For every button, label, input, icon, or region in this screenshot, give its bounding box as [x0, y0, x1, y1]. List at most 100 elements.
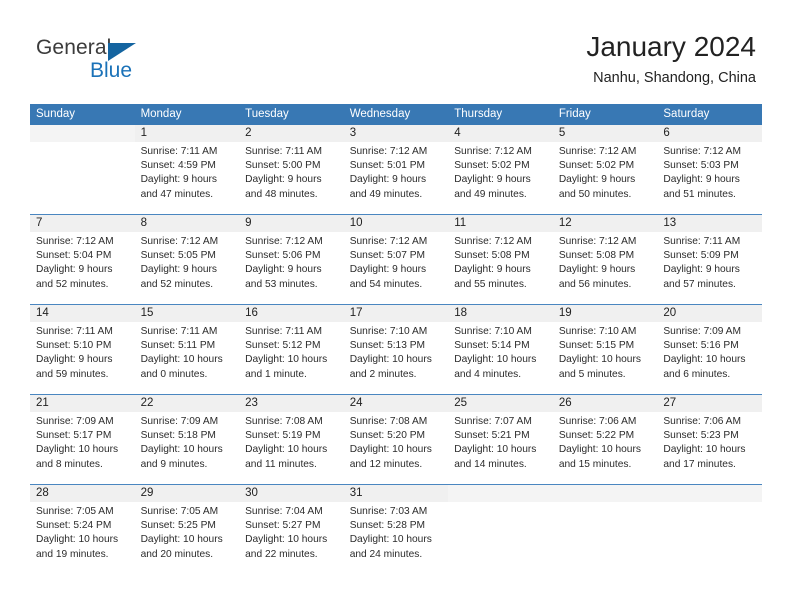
day-sun-info: Sunrise: 7:12 AM Sunset: 5:03 PM Daylight:…	[657, 142, 762, 202]
calendar-day-cell[interactable]: 12 Sunrise: 7:12 AM Sunset: 5:08 PM Dayligh…	[552, 215, 658, 304]
calendar-day-cell[interactable]: 23 Sunrise: 7:08 AM Sunset: 5:19 PM Dayligh…	[239, 395, 344, 484]
daylight-text-line1: Daylight: 9 hours	[663, 264, 740, 276]
logo-text-blue: Blue	[90, 59, 133, 82]
day-of-week-header-tuesday: Tuesday	[245, 108, 289, 120]
day-number: 5	[558, 127, 566, 139]
calendar-day-cell[interactable]: 27 Sunrise: 7:06 AM Sunset: 5:23 PM Dayligh…	[657, 395, 762, 484]
sunrise-text: Sunrise: 7:12 AM	[36, 236, 114, 247]
sunrise-text: Sunrise: 7:10 AM	[454, 326, 532, 337]
day-sun-info: Sunrise: 7:06 AM Sunset: 5:23 PM Daylight:…	[657, 412, 762, 472]
day-number-band: 13	[657, 215, 762, 232]
daylight-text-line2: and 53 minutes.	[245, 278, 318, 290]
calendar-day-cell[interactable]: 24 Sunrise: 7:08 AM Sunset: 5:20 PM Dayligh…	[343, 395, 449, 484]
calendar-day-cell[interactable]: 8 Sunrise: 7:12 AM Sunset: 5:05 PM Daylight…	[134, 215, 240, 304]
sunrise-text: Sunrise: 7:03 AM	[349, 506, 428, 517]
calendar-day-cell[interactable]: 20 Sunrise: 7:09 AM Sunset: 5:16 PM Dayligh…	[657, 305, 762, 394]
sunset-text: Sunset: 5:08 PM	[454, 250, 530, 262]
day-sun-info: Sunrise: 7:12 AM Sunset: 5:01 PM Daylight:…	[344, 142, 449, 202]
day-number: 16	[245, 307, 258, 319]
day-number-band: 18	[448, 305, 553, 322]
sunrise-text: Sunrise: 7:09 AM	[663, 326, 741, 337]
day-sun-info: Sunrise: 7:12 AM Sunset: 5:02 PM Daylight:…	[553, 142, 658, 202]
daylight-text-line2: and 17 minutes.	[663, 458, 736, 470]
sunrise-text: Sunrise: 7:11 AM	[140, 326, 218, 337]
day-number: 18	[454, 307, 468, 319]
daylight-text-line2: and 20 minutes.	[140, 548, 214, 560]
daylight-text-line1: Daylight: 9 hours	[454, 264, 531, 276]
calendar-day-cell[interactable]: 21 Sunrise: 7:09 AM Sunset: 5:17 PM Dayligh…	[30, 395, 135, 484]
day-number-band: 31	[343, 485, 449, 502]
day-number-band: 28	[30, 485, 135, 502]
day-number: 13	[663, 217, 677, 229]
calendar-day-cell[interactable]: 4 Sunrise: 7:12 AM Sunset: 5:02 PM Daylight…	[448, 125, 553, 214]
calendar-day-cell-empty	[552, 485, 658, 574]
calendar-day-cell[interactable]: 11 Sunrise: 7:12 AM Sunset: 5:08 PM Dayligh…	[448, 215, 553, 304]
calendar-day-cell[interactable]: 5 Sunrise: 7:12 AM Sunset: 5:02 PM Daylight…	[552, 125, 658, 214]
sunset-text: Sunset: 5:10 PM	[36, 340, 112, 352]
daylight-text-line1: Daylight: 10 hours	[349, 354, 432, 366]
day-sun-info: Sunrise: 7:05 AM Sunset: 5:25 PM Daylight:…	[135, 502, 240, 562]
daylight-text-line2: and 4 minutes.	[454, 368, 522, 380]
calendar-day-cell[interactable]: 16 Sunrise: 7:11 AM Sunset: 5:12 PM Dayligh…	[239, 305, 344, 394]
day-number: 3	[349, 127, 357, 139]
calendar-day-cell[interactable]: 28 Sunrise: 7:05 AM Sunset: 5:24 PM Dayligh…	[30, 485, 135, 574]
daylight-text-line2: and 56 minutes.	[558, 278, 632, 290]
daylight-text-line1: Daylight: 10 hours	[140, 444, 223, 456]
daylight-text-line1: Daylight: 9 hours	[663, 174, 740, 186]
calendar-day-cell[interactable]: 31 Sunrise: 7:03 AM Sunset: 5:28 PM Dayligh…	[343, 485, 449, 574]
day-number: 28	[36, 487, 49, 499]
calendar-day-cell[interactable]: 15 Sunrise: 7:11 AM Sunset: 5:11 PM Dayligh…	[134, 305, 240, 394]
day-number-band: 24	[343, 395, 449, 412]
sunrise-text: Sunrise: 7:11 AM	[245, 326, 322, 337]
calendar-day-cell[interactable]: 17 Sunrise: 7:10 AM Sunset: 5:13 PM Dayligh…	[343, 305, 449, 394]
calendar-day-cell[interactable]: 6 Sunrise: 7:12 AM Sunset: 5:03 PM Daylight…	[657, 125, 762, 214]
calendar-day-cell[interactable]: 14 Sunrise: 7:11 AM Sunset: 5:10 PM Dayligh…	[30, 305, 135, 394]
day-number-band: 14	[30, 305, 135, 322]
calendar-week-row: 1 Sunrise: 7:11 AM Sunset: 4:59 PM Daylight…	[30, 125, 762, 214]
calendar-day-cell[interactable]: 29 Sunrise: 7:05 AM Sunset: 5:25 PM Dayligh…	[134, 485, 240, 574]
sunrise-text: Sunrise: 7:07 AM	[454, 416, 532, 427]
day-sun-info: Sunrise: 7:08 AM Sunset: 5:19 PM Daylight:…	[239, 412, 344, 472]
daylight-text-line2: and 1 minute.	[245, 368, 307, 380]
daylight-text-line2: and 11 minutes.	[245, 458, 317, 470]
sunrise-text: Sunrise: 7:10 AM	[349, 326, 428, 337]
calendar-day-cell[interactable]: 18 Sunrise: 7:10 AM Sunset: 5:14 PM Dayligh…	[448, 305, 553, 394]
page-title: January 2024	[586, 31, 756, 62]
day-number-band: 6	[657, 125, 762, 142]
sunset-text: Sunset: 5:16 PM	[663, 340, 739, 352]
day-sun-info: Sunrise: 7:03 AM Sunset: 5:28 PM Daylight:…	[344, 502, 449, 562]
calendar-day-cell[interactable]: 19 Sunrise: 7:10 AM Sunset: 5:15 PM Dayligh…	[552, 305, 658, 394]
calendar-day-cell[interactable]: 10 Sunrise: 7:12 AM Sunset: 5:07 PM Dayligh…	[343, 215, 449, 304]
day-number-band: 15	[134, 305, 240, 322]
day-sun-info: Sunrise: 7:11 AM Sunset: 5:00 PM Daylight:…	[239, 142, 344, 202]
daylight-text-line2: and 0 minutes.	[140, 368, 208, 380]
calendar-day-cell[interactable]: 9 Sunrise: 7:12 AM Sunset: 5:06 PM Daylight…	[239, 215, 344, 304]
sunset-text: Sunset: 5:22 PM	[558, 430, 635, 442]
sunrise-text: Sunrise: 7:11 AM	[663, 236, 741, 247]
day-sun-info: Sunrise: 7:12 AM Sunset: 5:08 PM Daylight:…	[553, 232, 658, 292]
general-blue-logo[interactable]: General Blue	[36, 36, 156, 86]
calendar-page: General Blue January 2024 Nanhu, Shandon…	[0, 0, 792, 612]
sunrise-text: Sunrise: 7:05 AM	[140, 506, 219, 517]
calendar-day-cell[interactable]: 3 Sunrise: 7:12 AM Sunset: 5:01 PM Daylight…	[343, 125, 449, 214]
calendar-day-cell[interactable]: 25 Sunrise: 7:07 AM Sunset: 5:21 PM Dayligh…	[448, 395, 553, 484]
sunset-text: Sunset: 5:24 PM	[36, 520, 112, 532]
daylight-text-line1: Daylight: 10 hours	[245, 534, 328, 546]
calendar-day-cell[interactable]: 26 Sunrise: 7:06 AM Sunset: 5:22 PM Dayligh…	[552, 395, 658, 484]
calendar-day-cell[interactable]: 13 Sunrise: 7:11 AM Sunset: 5:09 PM Dayligh…	[657, 215, 762, 304]
sunset-text: Sunset: 5:19 PM	[245, 430, 321, 442]
sunrise-text: Sunrise: 7:11 AM	[36, 326, 113, 337]
calendar-day-cell[interactable]: 1 Sunrise: 7:11 AM Sunset: 4:59 PM Daylight…	[134, 125, 240, 214]
day-number-band: 3	[343, 125, 449, 142]
daylight-text-line1: Daylight: 9 hours	[36, 354, 113, 366]
calendar-day-cell-empty	[30, 125, 135, 214]
day-number: 8	[140, 217, 147, 229]
sunrise-text: Sunrise: 7:09 AM	[140, 416, 219, 427]
sunrise-text: Sunrise: 7:11 AM	[140, 146, 218, 157]
daylight-text-line2: and 9 minutes.	[140, 458, 208, 470]
calendar-day-cell[interactable]: 22 Sunrise: 7:09 AM Sunset: 5:18 PM Dayligh…	[134, 395, 240, 484]
daylight-text-line1: Daylight: 9 hours	[349, 174, 427, 186]
calendar-day-cell[interactable]: 7 Sunrise: 7:12 AM Sunset: 5:04 PM Daylight…	[30, 215, 135, 304]
calendar-day-cell[interactable]: 2 Sunrise: 7:11 AM Sunset: 5:00 PM Daylight…	[239, 125, 344, 214]
calendar-day-cell[interactable]: 30 Sunrise: 7:04 AM Sunset: 5:27 PM Dayligh…	[239, 485, 344, 574]
